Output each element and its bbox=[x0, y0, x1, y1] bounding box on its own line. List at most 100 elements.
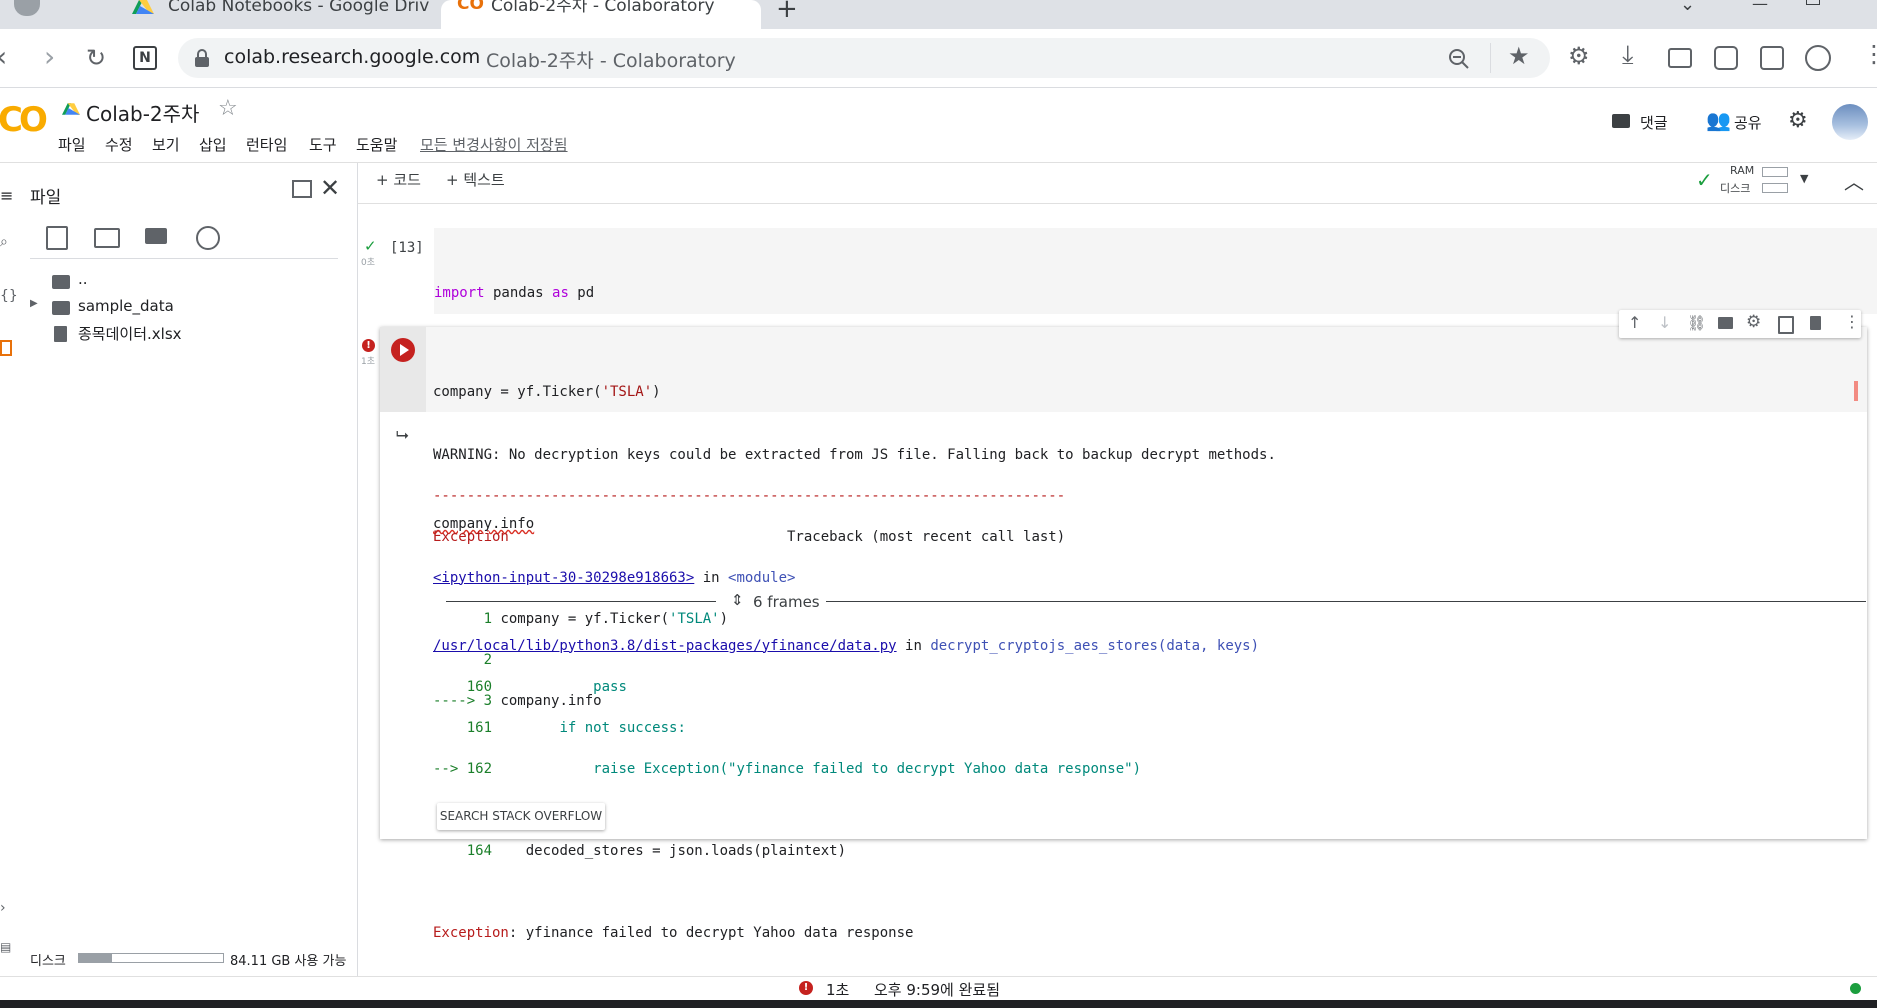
parent-folder-icon bbox=[52, 275, 70, 289]
screenshot-icon[interactable] bbox=[1714, 46, 1738, 70]
menu-edit[interactable]: 수정 bbox=[105, 134, 133, 155]
bookmark-star-icon[interactable]: ★ bbox=[1508, 42, 1530, 70]
tab-label: Colab-2주차 - Colaboratory bbox=[491, 0, 715, 16]
delete-cell-icon[interactable] bbox=[1810, 316, 1821, 330]
add-text-button[interactable]: + 텍스트 bbox=[446, 169, 505, 190]
add-code-button[interactable]: + 코드 bbox=[376, 169, 421, 190]
reload-icon[interactable]: ↻ bbox=[86, 44, 106, 72]
settings-gear-icon[interactable]: ⚙ bbox=[1788, 108, 1808, 133]
download-icon[interactable]: ⤓ bbox=[1622, 40, 1634, 71]
cell-settings-icon[interactable]: ⚙ bbox=[1746, 312, 1761, 332]
menu-insert[interactable]: 삽입 bbox=[199, 134, 227, 155]
comment-cell-icon[interactable] bbox=[1718, 317, 1733, 329]
menu-file[interactable]: 파일 bbox=[58, 134, 86, 155]
tab-colab-notebooks[interactable]: Colab Notebooks - Google Driv bbox=[110, 0, 430, 29]
success-check-icon: ✓ bbox=[364, 237, 377, 255]
close-icon[interactable]: ✕ bbox=[320, 174, 340, 202]
search-stack-overflow-button[interactable]: SEARCH STACK OVERFLOW bbox=[437, 803, 605, 830]
ipython-input-link[interactable]: <ipython-input-30-30298e918663> bbox=[433, 570, 694, 586]
user-avatar[interactable] bbox=[1832, 104, 1868, 140]
zoom-out-icon[interactable] bbox=[1448, 48, 1470, 70]
move-up-icon[interactable]: ↑ bbox=[1628, 313, 1641, 332]
resources-dropdown-icon[interactable]: ▼ bbox=[1800, 172, 1808, 185]
code-snippets-icon[interactable]: {} bbox=[0, 288, 18, 304]
output-actions-icon[interactable]: ⮡ bbox=[396, 425, 409, 445]
menu-tools[interactable]: 도구 bbox=[309, 134, 337, 155]
frames-toggle[interactable]: 6 frames bbox=[753, 593, 820, 611]
data-py-link[interactable]: /usr/local/lib/python3.8/dist-packages/y… bbox=[433, 638, 897, 654]
expand-frames-icon[interactable]: ⇕ bbox=[731, 591, 744, 609]
address-bar[interactable]: colab.research.google.com Colab-2주차 - Co… bbox=[178, 38, 1550, 78]
mount-drive-icon[interactable] bbox=[145, 228, 167, 244]
code-line: company = yf.Ticker('TSLA') bbox=[433, 384, 661, 400]
exception-message: Exception: yfinance failed to decrypt Ya… bbox=[433, 924, 914, 941]
notion-extension-icon[interactable]: N bbox=[133, 46, 157, 70]
forward-icon[interactable]: › bbox=[44, 40, 55, 73]
frame-line: 164 decoded_stores = json.loads(plaintex… bbox=[433, 842, 847, 859]
status-error-icon: ! bbox=[799, 981, 813, 995]
tab-search-chevron-icon[interactable]: ⌄ bbox=[1680, 0, 1695, 15]
refresh-folder-icon[interactable] bbox=[94, 228, 120, 248]
menu-help[interactable]: 도움말 bbox=[356, 134, 397, 155]
comment-button[interactable]: 댓글 bbox=[1640, 112, 1668, 133]
extensions-icon[interactable]: ⚙ bbox=[1568, 42, 1590, 70]
link-icon[interactable]: ⛓ bbox=[1687, 314, 1706, 332]
cast-icon[interactable] bbox=[1668, 48, 1692, 68]
play-icon bbox=[400, 344, 409, 356]
status-message[interactable]: 오후 9:59에 완료됨 bbox=[874, 979, 1000, 1000]
colab-favicon-icon: CO bbox=[457, 0, 484, 14]
frames-divider-left bbox=[446, 601, 716, 602]
sidebar-menu-icon[interactable]: ≡ bbox=[0, 186, 13, 205]
cell2-exec-time: 1초 bbox=[361, 357, 376, 367]
tree-item-sample-data[interactable]: sample_data bbox=[78, 297, 174, 315]
browser-tab-strip: Colab Notebooks - Google Driv CO Colab-2… bbox=[0, 0, 1877, 29]
tree-item-xlsx[interactable]: 종목데이터.xlsx bbox=[78, 323, 182, 344]
frame-location: /usr/local/lib/python3.8/dist-packages/y… bbox=[433, 637, 1260, 654]
star-icon[interactable]: ☆ bbox=[218, 96, 238, 121]
browser-menu-icon[interactable]: ⋮ bbox=[1862, 40, 1877, 68]
move-down-icon[interactable]: ↓ bbox=[1658, 313, 1671, 332]
search-icon[interactable]: ⌕ bbox=[0, 234, 8, 250]
notebook-title[interactable]: Colab-2주차 bbox=[86, 98, 199, 127]
save-status[interactable]: 모든 변경사항이 저장됨 bbox=[420, 134, 568, 155]
share-button[interactable]: 공유 bbox=[1734, 112, 1762, 133]
code-cell-1[interactable] bbox=[434, 228, 1877, 314]
new-tab-icon[interactable]: + bbox=[776, 0, 798, 24]
status-exec-time: 1초 bbox=[826, 981, 850, 999]
menu-view[interactable]: 보기 bbox=[152, 134, 180, 155]
connection-status-dot bbox=[1850, 983, 1861, 994]
hide-files-icon[interactable] bbox=[196, 226, 220, 250]
run-button[interactable] bbox=[391, 338, 415, 362]
upload-icon[interactable] bbox=[46, 226, 68, 250]
cell-error-marker bbox=[1854, 381, 1858, 401]
profile-icon[interactable] bbox=[14, 0, 40, 16]
open-in-tab-icon[interactable] bbox=[292, 180, 312, 198]
terminal-icon[interactable]: ▤ bbox=[0, 940, 11, 954]
minimize-icon[interactable]: — bbox=[1752, 0, 1768, 13]
menu-runtime[interactable]: 런타임 bbox=[246, 134, 287, 155]
disk-free: 84.11 GB 사용 가능 bbox=[230, 954, 347, 969]
error-badge-icon: ! bbox=[362, 339, 375, 352]
tab-colab-2[interactable]: CO Colab-2주차 - Colaboratory bbox=[441, 0, 761, 29]
tab-label: Colab Notebooks - Google Driv bbox=[168, 0, 430, 16]
disk-usage-bar bbox=[78, 953, 224, 963]
side-panel-icon[interactable] bbox=[1760, 46, 1784, 70]
code-line: import pandas as pd bbox=[434, 285, 595, 301]
account-icon[interactable] bbox=[1805, 45, 1831, 71]
disk-usage-fill bbox=[79, 954, 113, 962]
disk-meter bbox=[1762, 183, 1788, 193]
colab-logo[interactable]: CO bbox=[0, 100, 48, 140]
restore-icon[interactable] bbox=[1806, 0, 1820, 5]
back-icon[interactable]: ‹ bbox=[0, 40, 7, 73]
collapse-header-icon[interactable]: ︿ bbox=[1844, 166, 1864, 195]
collapse-arrow-icon[interactable]: › bbox=[0, 900, 6, 916]
traceback-location: <ipython-input-30-30298e918663> in <modu… bbox=[433, 569, 796, 586]
mirror-cell-icon[interactable] bbox=[1778, 316, 1794, 334]
files-tab-icon[interactable] bbox=[0, 340, 12, 356]
tree-item-parent[interactable]: .. bbox=[78, 270, 88, 288]
expand-arrow-icon[interactable]: ▶ bbox=[30, 298, 38, 309]
folder-icon bbox=[52, 301, 70, 315]
frame-line: 161 if not success: bbox=[433, 719, 686, 736]
more-options-icon[interactable]: ⋮ bbox=[1844, 312, 1860, 331]
